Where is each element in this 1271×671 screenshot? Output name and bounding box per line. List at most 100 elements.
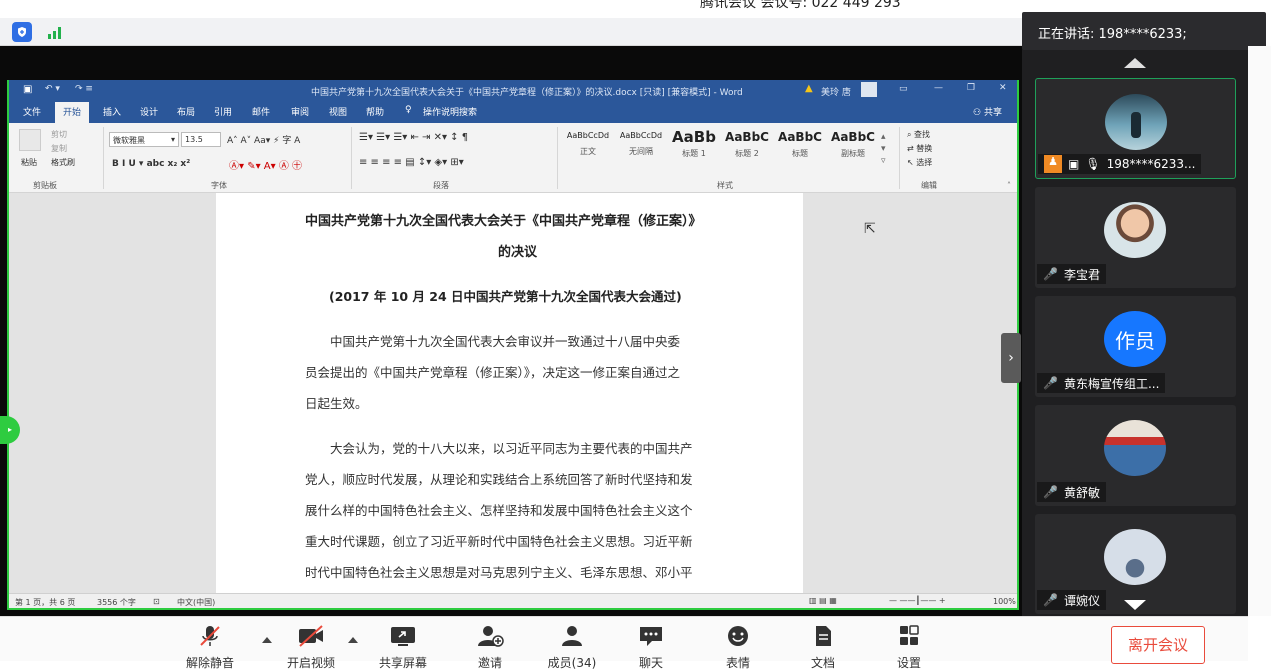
right-edge: [1248, 46, 1271, 616]
font-size-buttons[interactable]: A˄ A˅ Aa▾ ⚡ 字 A: [227, 133, 300, 146]
ribbon-display-icon[interactable]: ▭: [899, 84, 908, 94]
document-page[interactable]: 中国共产党第十九次全国代表大会关于《中国共产党章程（修正案）》 的决议 (201…: [216, 193, 803, 593]
cursor-icon: ↖: [907, 158, 917, 167]
tab-references[interactable]: 引用: [214, 105, 232, 118]
zoom-slider[interactable]: — ——┃—— +: [889, 596, 946, 605]
font-name-select[interactable]: 微软雅黑 ▾: [109, 132, 179, 147]
replace-icon: ⇄: [907, 144, 917, 153]
warning-icon[interactable]: ▲: [805, 83, 813, 94]
mic-muted-icon: [200, 626, 220, 646]
close-icon[interactable]: ✕: [999, 83, 1007, 93]
styles-scroll-icon[interactable]: ▴ ▾ ▿: [881, 131, 886, 167]
participant-tile[interactable]: 作员 🎤 黄东梅宣传组工...: [1035, 296, 1236, 397]
tab-view[interactable]: 视图: [329, 105, 347, 118]
font-size-select[interactable]: 13.5: [181, 132, 221, 147]
proofing-icon[interactable]: ⊡: [153, 597, 160, 606]
copy-button[interactable]: 复制: [51, 143, 67, 154]
font-color-buttons[interactable]: Ⓐ▾ ✎▾ A▾ Ⓐ ㊉: [229, 157, 302, 172]
tab-review[interactable]: 审阅: [291, 105, 309, 118]
doc-line: 党人，顺应时代发展，从理论和实践结合上系统回答了新时代坚持和发: [305, 472, 693, 487]
minimize-icon[interactable]: —: [934, 83, 943, 93]
members-icon: [562, 626, 582, 646]
scroll-up-icon[interactable]: [1124, 58, 1146, 68]
settings-label: 设置: [896, 656, 921, 670]
audio-options-icon[interactable]: [262, 637, 272, 643]
tab-design[interactable]: 设计: [140, 105, 158, 118]
tab-mailings[interactable]: 邮件: [252, 105, 270, 118]
chat-button[interactable]: 聊天: [616, 625, 686, 671]
word-count[interactable]: 3556 个字: [97, 597, 136, 608]
collapse-ribbon-icon[interactable]: ˄: [1007, 181, 1011, 190]
document-area: 中国共产党第十九次全国代表大会关于《中国共产党章程（修正案）》 的决议 (201…: [9, 193, 1017, 593]
tab-insert[interactable]: 插入: [103, 105, 121, 118]
style-name: 正文: [580, 147, 596, 156]
style-normal[interactable]: AaBbCcDd 正文: [562, 131, 614, 171]
zoom-level[interactable]: 100%: [993, 597, 1016, 606]
members-button[interactable]: 成员(34): [537, 625, 607, 671]
redo-icon[interactable]: ↷ ≡: [75, 84, 93, 94]
shield-icon[interactable]: [12, 22, 32, 42]
screen-share-icon: ▣: [1068, 157, 1080, 171]
tab-layout[interactable]: 布局: [177, 105, 195, 118]
emoji-button[interactable]: 表情: [703, 625, 773, 671]
doc-line: 时代中国特色社会主义思想是对马克思列宁主义、毛泽东思想、邓小平: [305, 565, 693, 580]
expand-panel-button[interactable]: ›: [1001, 333, 1021, 383]
share-button[interactable]: ⚇ 共享: [973, 105, 1002, 118]
undo-icon[interactable]: ↶ ▾: [45, 84, 60, 94]
participant-tile[interactable]: 🎤 黄舒敏: [1035, 405, 1236, 506]
restore-icon[interactable]: ❐: [967, 83, 975, 93]
tab-home[interactable]: 开始: [55, 102, 90, 123]
doc-line: 员会提出的《中国共产党章程（修正案）》，决定这一修正案自通过之: [305, 365, 681, 380]
select-button[interactable]: ↖ 选择: [907, 157, 932, 168]
replace-button[interactable]: ⇄ 替换: [907, 143, 932, 154]
signal-icon[interactable]: [46, 22, 66, 42]
settings-button[interactable]: 设置: [874, 625, 944, 671]
find-button[interactable]: ⌕ 查找: [907, 129, 930, 140]
chat-label: 聊天: [638, 656, 663, 670]
start-video-button[interactable]: 开启视频: [276, 625, 346, 671]
format-painter-button[interactable]: 格式刷: [51, 157, 75, 168]
style-sample: AaBbC: [831, 130, 875, 144]
meeting-title: 腾讯会议 会议号: 022 449 293: [700, 0, 901, 11]
paste-button[interactable]: 粘贴: [21, 157, 37, 168]
style-title[interactable]: AaBbC 标题: [774, 130, 826, 171]
paragraph-group-label: 段落: [433, 181, 449, 190]
language[interactable]: 中文(中国): [177, 597, 215, 608]
scroll-down-icon[interactable]: [1124, 600, 1146, 610]
style-name: 标题 2: [735, 149, 759, 158]
style-heading-2[interactable]: AaBbC 标题 2: [721, 130, 773, 171]
save-icon[interactable]: ▣: [23, 84, 32, 95]
avatar: [1104, 529, 1166, 585]
align-buttons[interactable]: ≡ ≡ ≡ ≡ ▤ ↕▾ ◈▾ ⊞▾: [359, 157, 464, 168]
user-avatar[interactable]: [861, 82, 877, 97]
style-name: 副标题: [841, 149, 865, 158]
participant-tile[interactable]: 🎤 谭婉仪: [1035, 514, 1236, 614]
user-name[interactable]: 美玲 唐: [821, 85, 851, 98]
participant-name-bar: 🎤 黄东梅宣传组工...: [1037, 373, 1166, 393]
microphone-icon: 🎙: [1085, 157, 1101, 171]
unmute-button[interactable]: 解除静音: [175, 625, 245, 671]
share-screen-button[interactable]: 共享屏幕: [368, 625, 438, 671]
cut-button[interactable]: 剪切: [51, 129, 67, 140]
tab-file[interactable]: 文件: [23, 105, 41, 118]
participant-tile[interactable]: 🎤 李宝君: [1035, 187, 1236, 288]
style-subtitle[interactable]: AaBbC 副标题: [827, 130, 879, 171]
font-format-buttons[interactable]: B I U ▾ abc x₂ x²: [112, 159, 190, 169]
invite-button[interactable]: 邀请: [455, 625, 525, 671]
view-mode-icons[interactable]: ▥ ▤ ▦: [809, 596, 837, 605]
lightbulb-icon[interactable]: ♀: [405, 105, 412, 115]
documents-button[interactable]: 文档: [788, 625, 858, 671]
participant-tile[interactable]: ♟ ▣ 🎙 198****6233...: [1035, 78, 1236, 179]
paste-icon[interactable]: [19, 129, 41, 151]
list-buttons[interactable]: ☰▾ ☰▾ ☰▾ ⇤ ⇥ ✕▾ ↕ ¶: [359, 132, 468, 143]
tell-me-search[interactable]: 操作说明搜索: [423, 105, 477, 118]
mic-muted-icon: 🎤: [1043, 267, 1058, 281]
page-count[interactable]: 第 1 页，共 6 页: [15, 597, 75, 608]
tab-help[interactable]: 帮助: [366, 105, 384, 118]
style-no-spacing[interactable]: AaBbCcDd 无间隔: [615, 131, 667, 171]
leave-meeting-button[interactable]: 离开会议: [1111, 626, 1205, 664]
style-sample: AaBbC: [778, 130, 822, 144]
avatar: 作员: [1104, 311, 1166, 367]
style-heading-1[interactable]: AaBb 标题 1: [668, 128, 720, 171]
video-options-icon[interactable]: [348, 637, 358, 643]
